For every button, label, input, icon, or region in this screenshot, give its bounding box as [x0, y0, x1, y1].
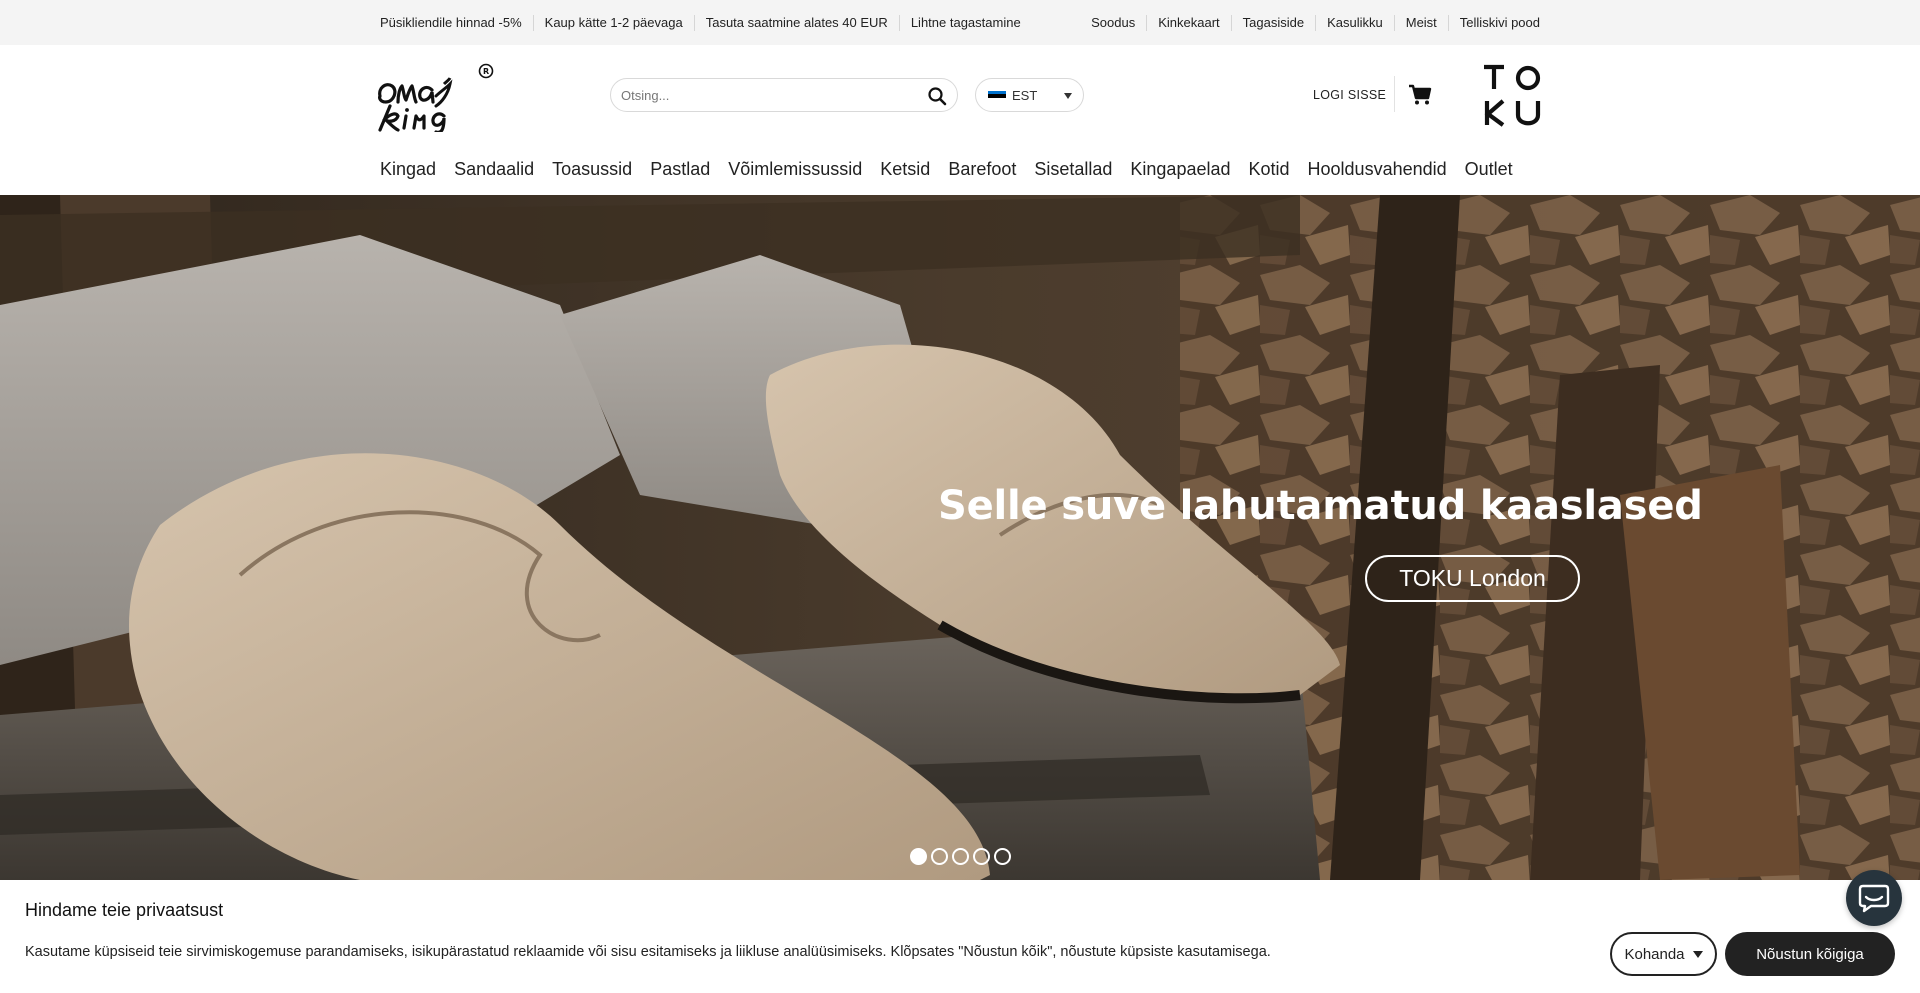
estonia-flag-icon	[988, 91, 1006, 101]
cookie-accept-button[interactable]: Nõustun kõigiga	[1725, 932, 1895, 976]
cookie-title: Hindame teie privaatsust	[25, 900, 224, 920]
chat-widget-button[interactable]	[1846, 870, 1902, 926]
caret-down-icon	[1064, 93, 1072, 99]
site-logo[interactable]: R	[376, 62, 496, 134]
nav-toasussid[interactable]: Toasussid	[552, 159, 632, 180]
toku-brand-logo[interactable]	[1482, 63, 1542, 127]
utility-links: Soodus Kinkekaart Tagasiside Kasulikku M…	[1080, 0, 1540, 45]
carousel-dots	[910, 848, 1015, 865]
search-icon[interactable]	[927, 86, 947, 106]
usp-list: Püsikliendile hinnad -5% Kaup kätte 1-2 …	[380, 0, 1032, 45]
carousel-dot-4[interactable]	[973, 848, 990, 865]
hero-banner[interactable]: Selle suve lahutamatud kaaslased TOKU Lo…	[0, 195, 1920, 880]
caret-down-icon	[1692, 950, 1703, 958]
cart-icon[interactable]	[1408, 84, 1432, 106]
nav-ketsid[interactable]: Ketsid	[880, 159, 930, 180]
cookie-customize-label: Kohanda	[1624, 945, 1685, 963]
hero-photo	[0, 195, 1920, 880]
login-link[interactable]: LOGI SISSE	[1313, 88, 1386, 102]
nav-sisetallad[interactable]: Sisetallad	[1034, 159, 1112, 180]
cookie-text: Kasutame küpsiseid teie sirvimiskogemuse…	[25, 944, 1271, 960]
cookie-consent-bar: Hindame teie privaatsust Kasutame küpsis…	[0, 880, 1920, 993]
carousel-dot-1[interactable]	[910, 848, 927, 865]
carousel-dot-3[interactable]	[952, 848, 969, 865]
nav-kingad[interactable]: Kingad	[380, 159, 436, 180]
carousel-dot-5[interactable]	[994, 848, 1011, 865]
chat-icon	[1858, 884, 1890, 913]
nav-sandaalid[interactable]: Sandaalid	[454, 159, 534, 180]
link-kasulikku[interactable]: Kasulikku	[1315, 14, 1394, 31]
nav-kotid[interactable]: Kotid	[1249, 159, 1290, 180]
hero-cta-button[interactable]: TOKU London	[1365, 555, 1580, 602]
nav-outlet[interactable]: Outlet	[1465, 159, 1513, 180]
link-kinkekaart[interactable]: Kinkekaart	[1146, 14, 1230, 31]
link-tagasiside[interactable]: Tagasiside	[1230, 14, 1315, 31]
search-input[interactable]	[621, 79, 911, 111]
nav-pastlad[interactable]: Pastlad	[650, 159, 710, 180]
language-select[interactable]: EST	[975, 78, 1084, 112]
search-box	[610, 78, 958, 112]
header-divider	[1394, 76, 1395, 112]
nav-kingapaelad[interactable]: Kingapaelad	[1130, 159, 1230, 180]
svg-text:R: R	[483, 67, 489, 76]
nav-barefoot[interactable]: Barefoot	[948, 159, 1016, 180]
cookie-customize-button[interactable]: Kohanda	[1610, 932, 1717, 976]
toku-logo-graphic	[1484, 64, 1541, 127]
top-utility-bar: Püsikliendile hinnad -5% Kaup kätte 1-2 …	[0, 0, 1920, 45]
language-label: EST	[1012, 88, 1038, 103]
link-telliskivi-pood[interactable]: Telliskivi pood	[1447, 14, 1540, 31]
nav-hooldusvahendid[interactable]: Hooldusvahendid	[1308, 159, 1447, 180]
link-meist[interactable]: Meist	[1393, 14, 1448, 31]
link-soodus[interactable]: Soodus	[1080, 15, 1146, 31]
main-navigation: Kingad Sandaalid Toasussid Pastlad Võiml…	[380, 157, 1513, 181]
usp-returns: Lihtne tagastamine	[898, 14, 1032, 31]
usp-delivery: Kaup kätte 1-2 päevaga	[532, 14, 694, 31]
nav-voimlemissussid[interactable]: Võimlemissussid	[728, 159, 862, 180]
omaking-logo-graphic: R	[378, 63, 494, 134]
usp-loyalty: Püsikliendile hinnad -5%	[380, 14, 522, 30]
hero-title: Selle suve lahutamatud kaaslased	[938, 483, 1703, 529]
carousel-dot-2[interactable]	[931, 848, 948, 865]
usp-free-shipping: Tasuta saatmine alates 40 EUR	[693, 14, 899, 31]
